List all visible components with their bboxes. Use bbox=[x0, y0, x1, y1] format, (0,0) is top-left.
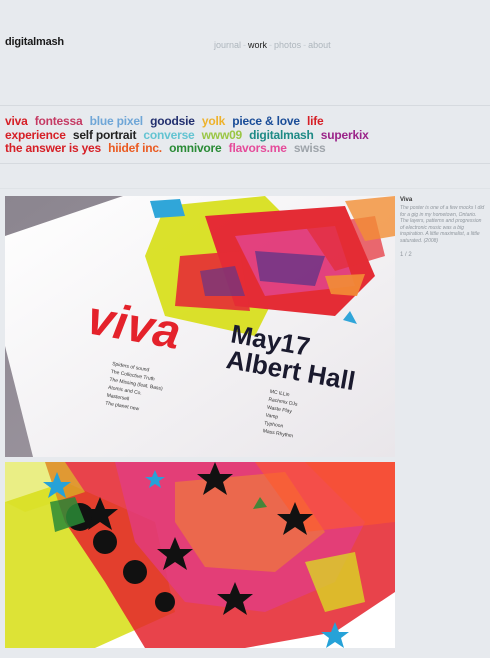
nav-separator: - bbox=[269, 40, 273, 50]
tag-piece-and-love[interactable]: piece & love bbox=[232, 114, 300, 128]
content-divider bbox=[0, 188, 490, 189]
nav-separator: - bbox=[243, 40, 247, 50]
tag-hiidef-inc[interactable]: hiidef inc. bbox=[108, 141, 162, 155]
project-tag-cloud: viva fontessa blue pixel goodsie yolk pi… bbox=[5, 114, 375, 156]
tag-omnivore[interactable]: omnivore bbox=[169, 141, 222, 155]
poster-detail-graphic bbox=[5, 462, 395, 648]
tag-divider bbox=[0, 163, 490, 164]
main-nav: journal - work - photos - about bbox=[214, 40, 331, 50]
tag-converse[interactable]: converse bbox=[143, 128, 194, 142]
tag-yolk[interactable]: yolk bbox=[202, 114, 225, 128]
project-title: Viva bbox=[400, 197, 413, 203]
tag-viva[interactable]: viva bbox=[5, 114, 28, 128]
tag-digitalmash[interactable]: digitalmash bbox=[249, 128, 314, 142]
nav-photos[interactable]: photos bbox=[274, 40, 301, 50]
tag-self-portrait[interactable]: self portrait bbox=[73, 128, 137, 142]
page: digitalmash journal - work - photos - about vi… bbox=[0, 0, 490, 658]
tag-blue-pixel[interactable]: blue pixel bbox=[90, 114, 144, 128]
project-photo-poster[interactable]: viva May17 Albert Hall Spiders of sound … bbox=[5, 196, 395, 457]
nav-separator: - bbox=[303, 40, 307, 50]
tag-superkix[interactable]: superkix bbox=[321, 128, 369, 142]
project-description: The poster is one of a few mocks I did f… bbox=[400, 205, 485, 244]
project-pager[interactable]: 1 / 2 bbox=[400, 252, 485, 258]
site-header: digitalmash journal - work - photos - about bbox=[0, 0, 490, 106]
tag-www09[interactable]: www09 bbox=[202, 128, 243, 142]
nav-about[interactable]: about bbox=[308, 40, 331, 50]
site-logo[interactable]: digitalmash bbox=[5, 36, 64, 48]
tag-goodsie[interactable]: goodsie bbox=[150, 114, 195, 128]
project-photo-detail[interactable] bbox=[5, 462, 395, 648]
nav-work[interactable]: work bbox=[248, 40, 267, 50]
tag-fontessa[interactable]: fontessa bbox=[35, 114, 83, 128]
project-sidebar: Viva The poster is one of a few mocks I … bbox=[400, 197, 485, 258]
tag-flavors-me[interactable]: flavors.me bbox=[229, 141, 287, 155]
nav-journal[interactable]: journal bbox=[214, 40, 241, 50]
tag-the-answer-is-yes[interactable]: the answer is yes bbox=[5, 141, 101, 155]
tag-swiss[interactable]: swiss bbox=[294, 141, 326, 155]
poster-photo-graphic: viva May17 Albert Hall Spiders of sound … bbox=[5, 196, 395, 457]
